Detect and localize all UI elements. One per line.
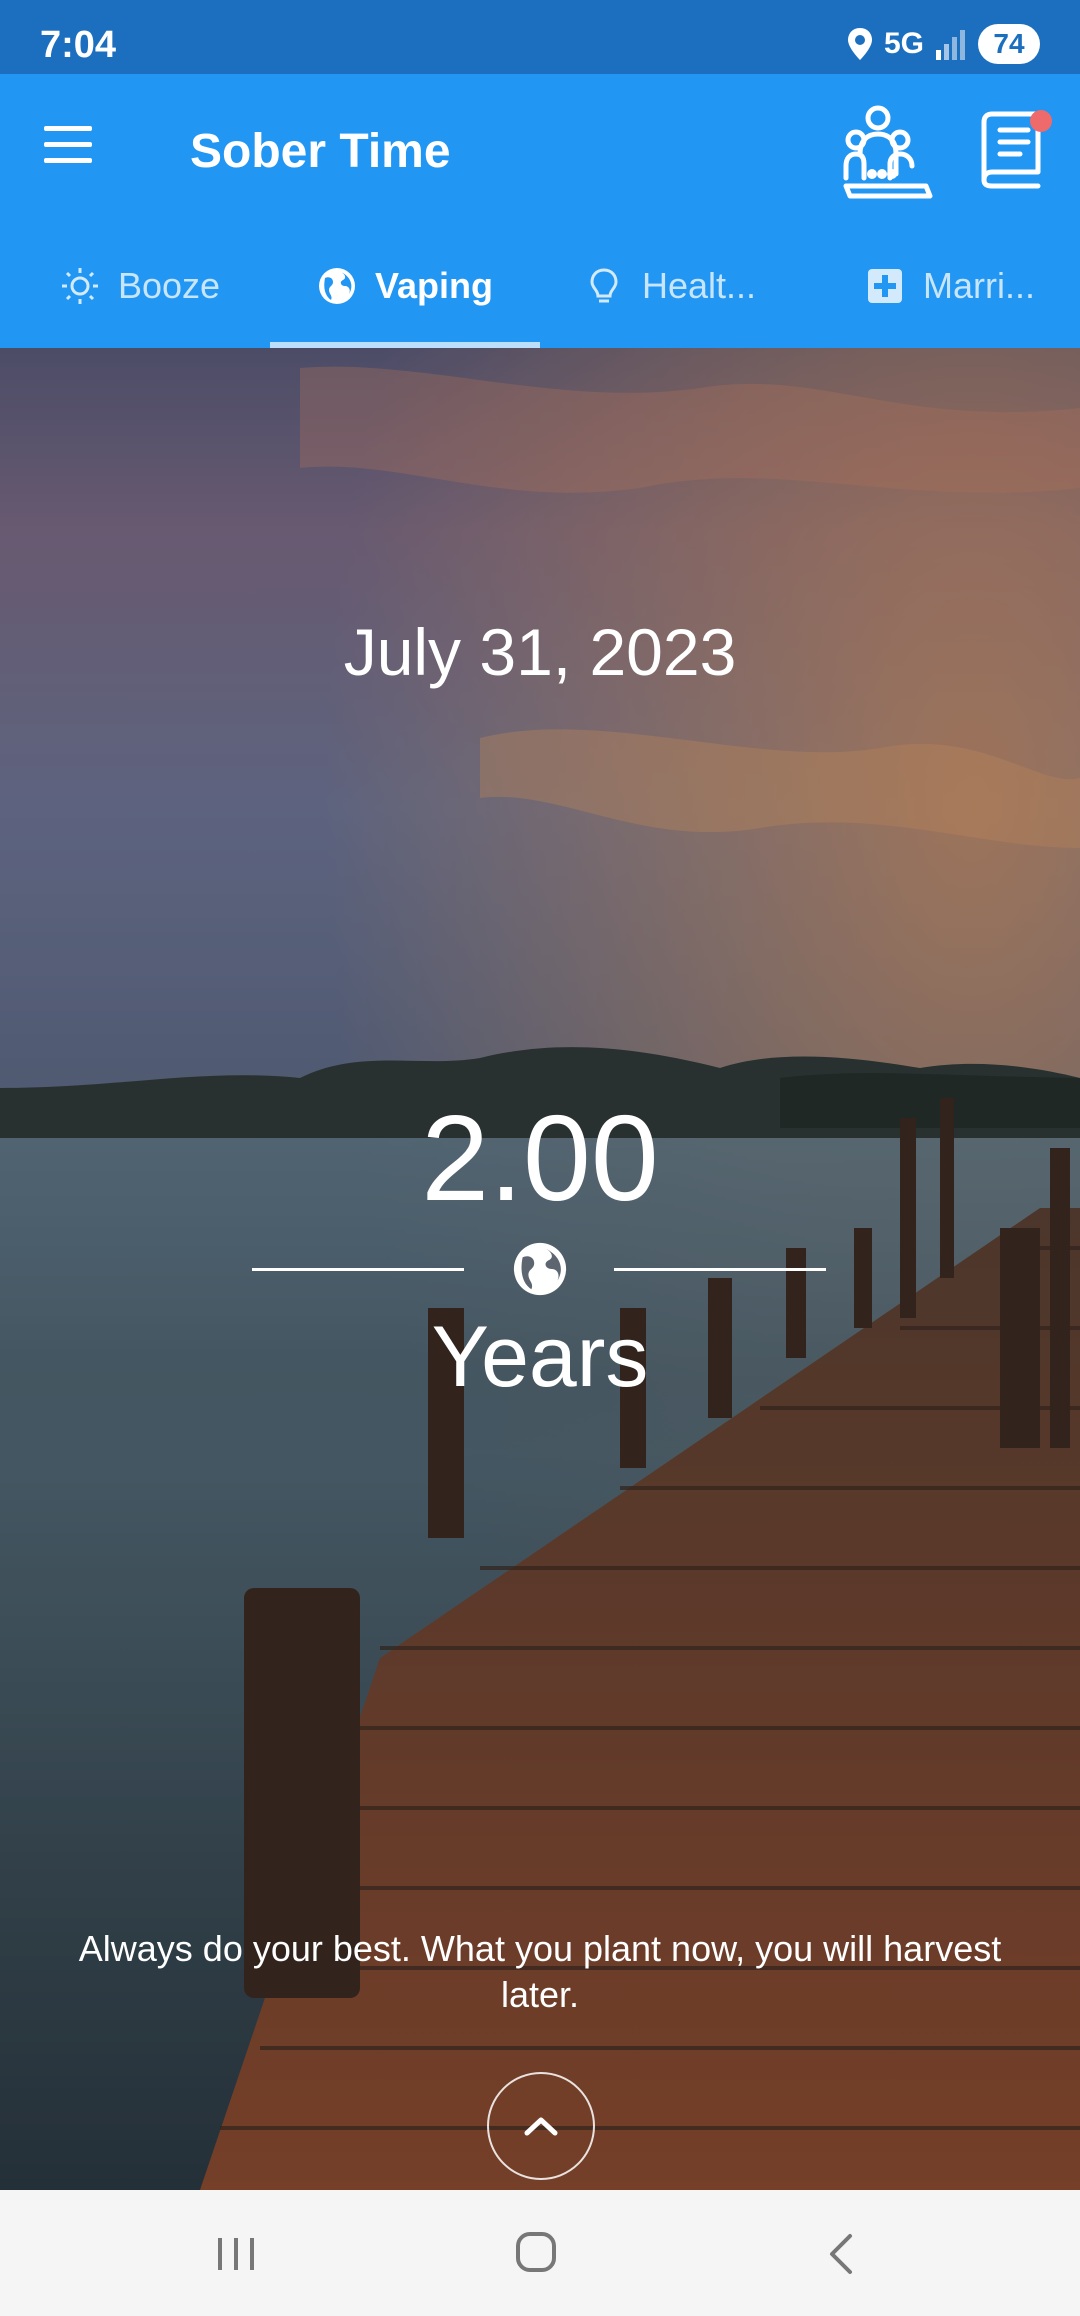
divider-line-right <box>614 1268 826 1271</box>
hamburger-line <box>44 142 92 147</box>
back-icon[interactable] <box>822 2230 858 2278</box>
menu-button[interactable] <box>44 126 96 172</box>
tab-health[interactable]: Healt... <box>570 224 770 348</box>
lightbulb-icon <box>590 268 618 303</box>
community-button[interactable] <box>842 104 934 200</box>
signal-icon <box>936 30 965 60</box>
notification-dot <box>1030 110 1052 132</box>
journal-button[interactable] <box>980 106 1052 190</box>
tab-marriage[interactable]: Marri... <box>850 224 1050 348</box>
status-indicators: 5G 74 <box>846 22 1040 66</box>
tab-booze[interactable]: Booze <box>40 224 240 348</box>
globe-icon <box>513 1242 567 1296</box>
medical-cross-icon <box>868 269 902 303</box>
home-icon[interactable] <box>514 2230 558 2274</box>
status-bar: 7:04 5G 74 <box>0 0 1080 74</box>
app-title: Sober Time <box>190 125 451 178</box>
chevron-up-icon <box>524 2117 558 2136</box>
hamburger-line <box>44 158 92 163</box>
sun-icon <box>61 268 98 304</box>
recents-icon[interactable] <box>214 2234 258 2274</box>
community-people-icon <box>843 105 933 199</box>
tab-label: Vaping <box>374 265 494 306</box>
start-date: July 31, 2023 <box>343 615 737 689</box>
category-tabs: Booze Vaping Healt... Marri... <box>0 224 1080 348</box>
sober-duration-unit: Years <box>431 1309 649 1405</box>
app-bar: Sober Time <box>0 74 1080 224</box>
tab-label: Marri... <box>923 265 1035 306</box>
tab-label: Healt... <box>641 265 757 306</box>
tab-label: Booze <box>117 265 221 306</box>
motivational-quote: Always do your best. What you plant now,… <box>78 1928 1002 2015</box>
hamburger-menu-icon <box>44 126 92 131</box>
network-type: 5G <box>883 27 924 60</box>
location-icon <box>847 28 872 60</box>
system-navigation-bar <box>0 2190 1080 2316</box>
divider-line-left <box>252 1268 464 1271</box>
tab-vaping[interactable]: Vaping <box>300 224 510 348</box>
battery-indicator: 74 <box>978 24 1040 64</box>
sober-duration-value: 2.00 <box>421 1090 659 1226</box>
expand-details-button[interactable] <box>487 2072 595 2180</box>
globe-icon <box>318 268 355 304</box>
counter-hero: July 31, 2023 2.00 Years Always do your … <box>0 348 1080 2190</box>
status-time: 7:04 <box>40 24 117 66</box>
